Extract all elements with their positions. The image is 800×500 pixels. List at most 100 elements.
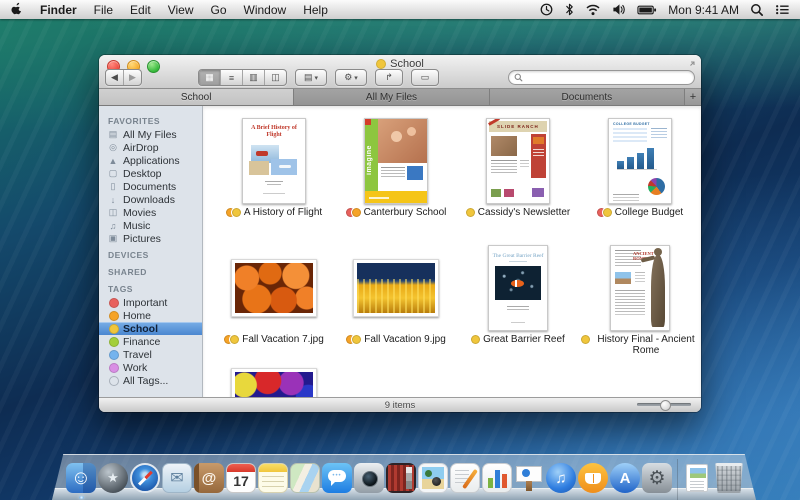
tab-all-my-files[interactable]: All My Files	[294, 89, 489, 105]
sidebar-item-travel[interactable]: Travel	[99, 348, 202, 361]
battery-icon[interactable]	[637, 4, 657, 16]
file-item-partial[interactable]: THE STORY OFPIGMENTS	[213, 368, 335, 397]
art-shape	[258, 463, 288, 493]
dock-item-trash[interactable]	[714, 463, 744, 493]
file-label: College Budget	[597, 207, 683, 218]
column-view-button[interactable]: ▥	[242, 70, 264, 85]
dock-item-messages[interactable]: •••	[322, 463, 352, 493]
sidebar-item-movies[interactable]: ◫Movies	[99, 206, 202, 219]
arrange-button[interactable]: ▤▾	[296, 70, 326, 85]
back-button[interactable]: ◀	[106, 70, 123, 85]
file-item-college-budget[interactable]: COLLEGE BUDGET College Budget	[579, 114, 701, 241]
menu-help[interactable]: Help	[303, 3, 328, 17]
list-view-button[interactable]: ≡	[220, 70, 242, 85]
sidebar-item-school[interactable]: School	[99, 322, 202, 335]
dock-item-app-store[interactable]: A	[610, 463, 640, 493]
art-shape	[613, 128, 647, 144]
dock-item-photo-booth[interactable]	[386, 463, 416, 493]
thumbnail-flight: A Brief History of Flight	[242, 118, 306, 204]
tab-documents[interactable]: Documents	[490, 89, 685, 105]
share-button[interactable]: ↱	[376, 70, 402, 85]
spotlight-icon[interactable]	[750, 3, 764, 17]
file-thumbnail[interactable]: SLIDE RANCH	[486, 114, 550, 204]
volume-icon[interactable]	[612, 3, 626, 16]
file-thumbnail[interactable]: COLLEGE BUDGET	[608, 114, 672, 204]
menu-go[interactable]: Go	[211, 3, 227, 17]
dock-item-facetime[interactable]	[354, 463, 384, 493]
dock-item-ibooks[interactable]	[578, 463, 608, 493]
sidebar-item-label: Travel	[123, 349, 152, 361]
tab-school[interactable]: School	[99, 89, 294, 105]
search-input[interactable]	[526, 71, 694, 84]
file-item-history-final-ancient-rome[interactable]: ANCIENT ROMEHistory Final - Ancient Rome	[579, 241, 701, 368]
dock-item-keynote[interactable]	[514, 463, 544, 493]
sidebar-item-music[interactable]: ♫Music	[99, 219, 202, 232]
sidebar-item-all-my-files[interactable]: ▤All My Files	[99, 128, 202, 141]
file-thumbnail[interactable]: The Great Barrier Reef	[488, 241, 548, 331]
menu-bar-clock[interactable]: Mon 9:41 AM	[668, 3, 739, 17]
file-thumbnail[interactable]: imagine	[364, 114, 428, 204]
dock-item-iphoto[interactable]	[418, 463, 448, 493]
menu-edit[interactable]: Edit	[130, 3, 151, 17]
file-item-cassidy-s-newsletter[interactable]: SLIDE RANCHCassidy's Newsletter	[457, 114, 579, 241]
forward-button[interactable]: ▶	[123, 70, 141, 85]
dock-item-numbers[interactable]	[482, 463, 512, 493]
dock-item-finder[interactable]: ☺	[66, 463, 96, 493]
search-field[interactable]	[508, 70, 695, 85]
sidebar-item-work[interactable]: Work	[99, 361, 202, 374]
dock-item-documents-stack[interactable]	[682, 463, 712, 493]
coverflow-view-button[interactable]: ◫	[264, 70, 286, 85]
dock-item-maps[interactable]	[290, 463, 320, 493]
dock-item-pages[interactable]	[450, 463, 480, 493]
sidebar-item-applications[interactable]: ▲Applications	[99, 154, 202, 167]
file-item-fall-vacation-7-jpg[interactable]: Fall Vacation 7.jpg	[213, 241, 335, 368]
sidebar-item-home[interactable]: Home	[99, 309, 202, 322]
dock-item-contacts[interactable]: @	[194, 463, 224, 493]
sidebar-item-downloads[interactable]: ↓Downloads	[99, 193, 202, 206]
sidebar-item-airdrop[interactable]: ◎AirDrop	[99, 141, 202, 154]
file-thumbnail[interactable]: A Brief History of Flight	[242, 114, 306, 204]
time-machine-icon[interactable]	[539, 2, 554, 17]
dock-item-safari[interactable]	[130, 463, 160, 493]
art-shape	[369, 197, 389, 199]
dock-item-launchpad[interactable]: ★	[98, 463, 128, 493]
action-button[interactable]: ⚙▾	[336, 70, 366, 85]
art-shape	[585, 473, 601, 484]
dock-item-calendar[interactable]: 17	[226, 463, 256, 493]
notification-center-icon[interactable]	[775, 3, 790, 16]
file-item-great-barrier-reef[interactable]: The Great Barrier ReefGreat Barrier Reef	[457, 241, 579, 368]
new-tab-button[interactable]: +	[685, 89, 701, 105]
sidebar-item-documents[interactable]: ▯Documents	[99, 180, 202, 193]
icon-view-button[interactable]: ▦	[199, 70, 220, 85]
file-thumbnail[interactable]: THE STORY OFPIGMENTS	[231, 368, 317, 397]
slider-knob[interactable]	[660, 400, 671, 411]
sidebar-item-pictures[interactable]: ▣Pictures	[99, 232, 202, 245]
sidebar-item-important[interactable]: Important	[99, 296, 202, 309]
tag-color-dot	[109, 311, 119, 321]
file-thumbnail[interactable]	[353, 241, 439, 331]
dock-item-notes[interactable]	[258, 463, 288, 493]
file-thumbnail[interactable]: ANCIENT ROME	[610, 241, 670, 331]
art-shape	[504, 189, 514, 197]
dock-item-itunes[interactable]: ♫	[546, 463, 576, 493]
file-item-fall-vacation-9-jpg[interactable]: Fall Vacation 9.jpg	[335, 241, 457, 368]
dock-item-mail[interactable]: ✉	[162, 463, 192, 493]
menu-window[interactable]: Window	[244, 3, 287, 17]
tags-button[interactable]: ▭	[412, 70, 438, 85]
sidebar-item-desktop[interactable]: ▢Desktop	[99, 167, 202, 180]
dock-item-system-preferences[interactable]: ⚙	[642, 463, 672, 493]
file-name: Fall Vacation 9.jpg	[364, 334, 446, 345]
file-item-a-history-of-flight[interactable]: A Brief History of FlightA History of Fl…	[213, 114, 335, 241]
menu-finder[interactable]: Finder	[40, 3, 77, 17]
file-item-canterbury-school[interactable]: imagineCanterbury School	[335, 114, 457, 241]
file-thumbnail[interactable]	[231, 241, 317, 331]
wifi-icon[interactable]	[585, 3, 601, 16]
apple-menu[interactable]	[10, 1, 23, 19]
bluetooth-icon[interactable]	[565, 2, 574, 17]
menu-view[interactable]: View	[168, 3, 194, 17]
sidebar-item-finance[interactable]: Finance	[99, 335, 202, 348]
icon-size-slider[interactable]	[637, 403, 691, 406]
menu-file[interactable]: File	[94, 3, 113, 17]
sidebar-item-all-tags-[interactable]: All Tags...	[99, 374, 202, 387]
art-shape	[690, 468, 706, 478]
